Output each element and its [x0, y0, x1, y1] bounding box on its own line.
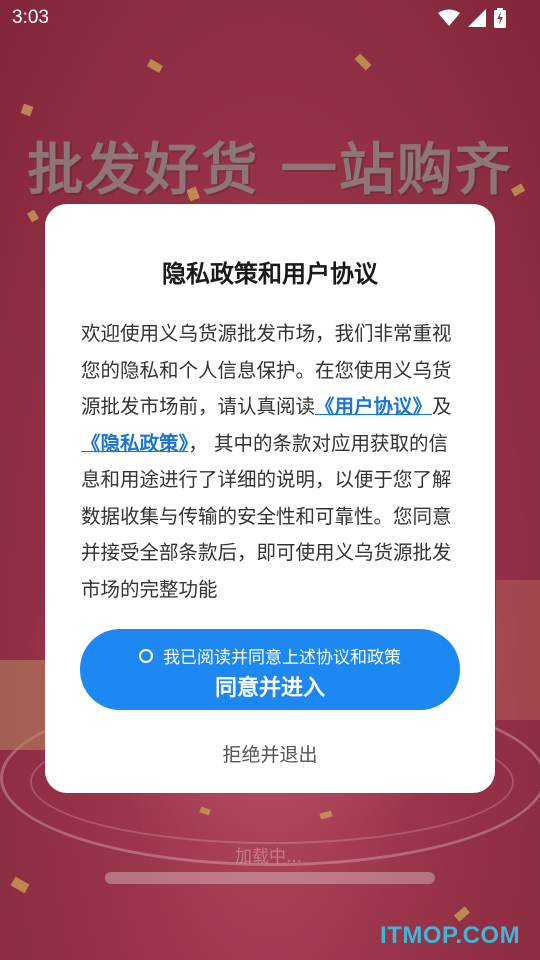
body-text-part2: ， 其中的条款对应用获取的信息和用途进行了详细的说明，以便于您了解数据收集与传输…: [81, 431, 452, 601]
dialog-body: 欢迎使用义乌货源批发市场，我们非常重视您的隐私和个人信息保护。在您使用义乌货源批…: [81, 316, 461, 608]
wifi-icon: [438, 9, 460, 26]
status-icons: [438, 8, 506, 28]
dialog-title: 隐私政策和用户协议: [162, 260, 378, 288]
reject-exit-button[interactable]: 拒绝并退出: [45, 740, 495, 767]
agree-enter-button[interactable]: 我已阅读并同意上述协议和政策 同意并进入: [80, 629, 460, 710]
agree-checkbox-row[interactable]: 我已阅读并同意上述协议和政策: [80, 643, 460, 668]
user-agreement-link[interactable]: 《用户协议》: [315, 395, 432, 418]
privacy-dialog: 隐私政策和用户协议 欢迎使用义乌货源批发市场，我们非常重视您的隐私和个人信息保护…: [45, 204, 495, 793]
agree-checkbox-label: 我已阅读并同意上述协议和政策: [163, 648, 401, 668]
cell-signal-icon: [468, 9, 486, 27]
agree-button-label: 同意并进入: [214, 676, 325, 701]
body-conjunction: 及: [432, 395, 452, 418]
status-bar: 3:03: [0, 0, 540, 36]
status-time: 3:03: [12, 7, 49, 28]
agree-radio-icon[interactable]: [139, 648, 153, 663]
battery-charging-icon: [494, 8, 506, 28]
privacy-policy-link[interactable]: 《隐私政策》: [81, 432, 188, 455]
